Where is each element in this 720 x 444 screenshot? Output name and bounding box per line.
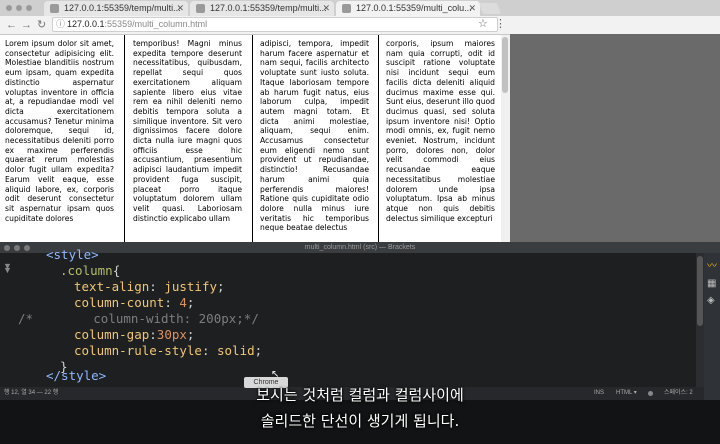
new-tab-button[interactable] bbox=[478, 3, 502, 14]
browser-tab-active[interactable]: 127.0.0.1:55359/multi_colu... ✕ bbox=[336, 1, 480, 16]
back-icon[interactable]: ← bbox=[6, 17, 17, 33]
editor-titlebar: multi_column.html (src) — Brackets bbox=[0, 242, 720, 253]
minimize-window-icon[interactable] bbox=[14, 245, 20, 251]
subtitle-line-2: 솔리드한 단선이 생기게 됩니다. bbox=[260, 412, 460, 430]
code-editor[interactable]: ▼ <style> ▼ .column{ text-align: justify… bbox=[0, 247, 720, 387]
code-line: column-count: 4; bbox=[74, 295, 195, 310]
favicon-icon bbox=[342, 4, 351, 13]
close-icon[interactable]: ✕ bbox=[468, 1, 476, 16]
column-rule bbox=[378, 35, 379, 242]
reload-icon[interactable]: ↻ bbox=[37, 17, 46, 33]
code-line: .column{ bbox=[60, 263, 121, 278]
code-line: column-rule-style: solid; bbox=[74, 343, 263, 358]
tab-title: 127.0.0.1:55359/temp/multi... bbox=[64, 3, 181, 13]
code-line: text-align: justify; bbox=[74, 279, 225, 294]
desktop-background bbox=[510, 34, 720, 242]
favicon-icon bbox=[50, 4, 59, 13]
close-window-icon[interactable] bbox=[4, 245, 10, 251]
tab-title: 127.0.0.1:55359/temp/multi... bbox=[210, 3, 327, 13]
minimize-window-icon[interactable] bbox=[16, 5, 22, 11]
text-column: adipisci, tempora, impedit harum facere … bbox=[260, 39, 369, 233]
fold-arrow-icon[interactable]: ▼ bbox=[3, 265, 12, 275]
column-rule bbox=[124, 35, 125, 242]
code-line: column-gap:30px; bbox=[74, 327, 195, 342]
editor-title: multi_column.html (src) — Brackets bbox=[304, 244, 416, 251]
editor-scrollbar-thumb[interactable] bbox=[697, 256, 703, 326]
code-line: </style> bbox=[46, 368, 107, 383]
code-line: /* column-width: 200px;*/ bbox=[18, 311, 259, 326]
tab-strip: 127.0.0.1:55359/temp/multi... ✕ 127.0.0.… bbox=[0, 0, 720, 16]
menu-icon[interactable]: ⋮ bbox=[495, 17, 506, 30]
browser-tab[interactable]: 127.0.0.1:55359/temp/multi... ✕ bbox=[190, 1, 334, 16]
text-column: Lorem ipsum dolor sit amet, consectetur … bbox=[5, 39, 114, 223]
live-preview-icon[interactable]: 〰 bbox=[707, 262, 717, 272]
bookmark-star-icon[interactable]: ☆ bbox=[478, 17, 488, 30]
close-window-icon[interactable] bbox=[6, 5, 12, 11]
page-content: Lorem ipsum dolor sit amet, consectetur … bbox=[0, 35, 510, 242]
page-scrollbar-thumb[interactable] bbox=[502, 37, 508, 93]
text-column: temporibus! Magni minus expedita tempore… bbox=[133, 39, 242, 223]
favicon-icon bbox=[196, 4, 205, 13]
column-rule bbox=[252, 35, 253, 242]
url-path: :55359/multi_column.html bbox=[104, 19, 208, 29]
mouse-cursor-icon: ↖ bbox=[271, 369, 280, 380]
extensions-icon[interactable]: ▦ bbox=[707, 279, 717, 289]
zoom-window-icon[interactable] bbox=[26, 5, 32, 11]
subtitle-line-1: 보시는 것처럼 컬럼과 컬럼사이에 bbox=[256, 386, 464, 404]
zoom-window-icon[interactable] bbox=[24, 245, 30, 251]
close-icon[interactable]: ✕ bbox=[176, 1, 184, 16]
editor-side-toolbar bbox=[704, 253, 720, 400]
tab-title: 127.0.0.1:55359/multi_colu... bbox=[356, 3, 472, 13]
close-icon[interactable]: ✕ bbox=[322, 1, 330, 16]
browser-tab[interactable]: 127.0.0.1:55359/temp/multi... ✕ bbox=[44, 1, 188, 16]
text-column: corporis, ipsum maiores nam quia corrupt… bbox=[386, 39, 495, 223]
layers-icon[interactable]: ◈ bbox=[707, 296, 717, 306]
url-host: 127.0.0.1 bbox=[67, 19, 105, 29]
info-icon: ⓘ bbox=[56, 19, 66, 29]
address-bar[interactable]: ⓘ 127.0.0.1:55359/multi_column.html bbox=[52, 17, 498, 32]
forward-icon[interactable]: → bbox=[21, 17, 32, 33]
code-line: <style> bbox=[46, 247, 99, 262]
